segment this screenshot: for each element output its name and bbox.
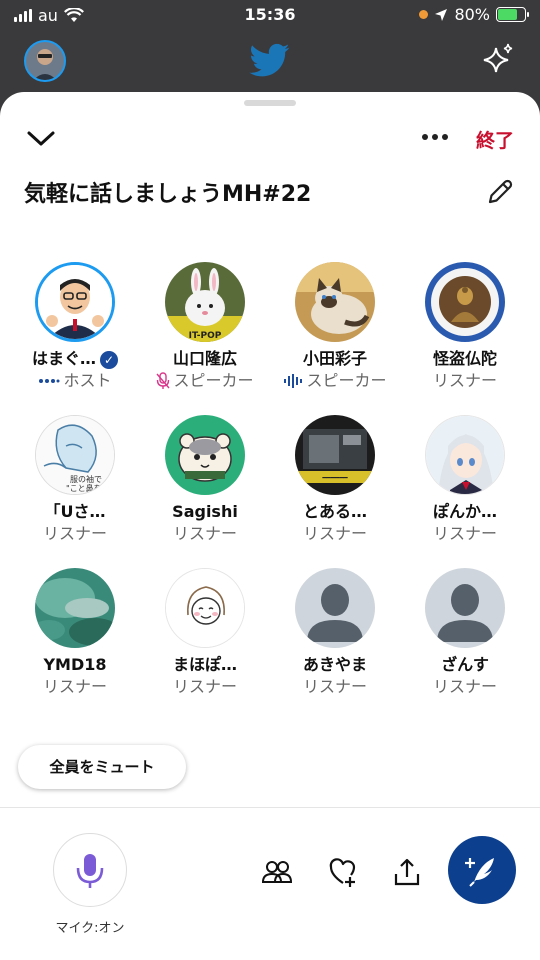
people-icon[interactable] xyxy=(261,856,293,888)
participant-tile[interactable]: ざんす リスナー xyxy=(400,568,530,698)
participant-name: Sagishi xyxy=(172,502,238,521)
status-bar: au 15:36 80% xyxy=(0,0,540,30)
participant-role: リスナー xyxy=(172,524,237,543)
edit-pencil-icon[interactable] xyxy=(484,176,516,208)
chevron-down-icon[interactable] xyxy=(26,126,56,150)
avatar xyxy=(425,415,505,495)
participant-tile[interactable]: ━━━━━━ とある… リスナー xyxy=(270,415,400,545)
sheet-grabber[interactable] xyxy=(244,100,296,106)
twitter-logo-icon xyxy=(249,43,290,77)
participant-tile[interactable]: YMD18 リスナー xyxy=(10,568,140,698)
heart-plus-icon[interactable] xyxy=(327,856,359,888)
avatar xyxy=(295,568,375,648)
mic-status-label: マイク:オン xyxy=(55,921,125,936)
bottom-toolbar: マイク:オン xyxy=(0,807,540,960)
participant-name: 山口隆広 xyxy=(172,349,237,368)
participant-name: 小田彩子 xyxy=(302,349,367,368)
battery-percent: 80% xyxy=(454,5,490,24)
avatar xyxy=(165,568,245,648)
participant-name: あきやま xyxy=(302,655,367,674)
participant-name: 「Uさ… xyxy=(44,502,106,521)
feather-plus-icon xyxy=(465,858,494,887)
participant-role: リスナー xyxy=(172,677,237,696)
mic-toggle-button[interactable] xyxy=(53,833,127,907)
end-space-button[interactable]: 終了 xyxy=(476,126,514,153)
participant-role: スピーカー xyxy=(173,371,254,390)
avatar xyxy=(35,568,115,648)
speaking-waves-icon xyxy=(284,374,303,388)
participant-tile[interactable]: 怪盗仏陀 リスナー xyxy=(400,262,530,392)
participant-role: リスナー xyxy=(432,524,497,543)
profile-avatar[interactable] xyxy=(24,40,66,82)
mic-muted-icon xyxy=(156,372,171,389)
avatar xyxy=(35,262,115,342)
avatar: IT-POP xyxy=(165,262,245,342)
participant-name: まほぽ… xyxy=(172,655,237,674)
verified-badge-icon: ✓ xyxy=(100,350,118,369)
battery-icon xyxy=(496,7,529,22)
participant-tile[interactable]: 小田彩子 スピーカー xyxy=(270,262,400,392)
participant-role: リスナー xyxy=(432,677,497,696)
participant-role: リスナー xyxy=(432,371,497,390)
participant-tile[interactable]: ぽんか… リスナー xyxy=(400,415,530,545)
svg-text:服の袖で: 服の袖で xyxy=(70,474,102,484)
participant-tile[interactable]: IT-POP 山口隆広 スピーカー xyxy=(140,262,270,392)
share-icon[interactable] xyxy=(391,856,423,888)
location-arrow-icon xyxy=(435,8,448,21)
twitter-header xyxy=(0,30,540,92)
participant-tile[interactable]: まほぽ… リスナー xyxy=(140,568,270,698)
svg-text:━━━━━━: ━━━━━━ xyxy=(321,474,348,482)
participant-name: YMD18 xyxy=(43,655,107,674)
participant-tile[interactable]: はまぐ… ✓ ホスト xyxy=(10,262,140,392)
participant-tile[interactable]: 服の袖で "こと鼻を覆" 「Uさ… リスナー xyxy=(10,415,140,545)
avatar xyxy=(295,262,375,342)
participant-name: はまぐ… xyxy=(31,349,96,368)
participant-name: とある… xyxy=(302,502,367,521)
host-indicator-icon xyxy=(39,379,60,383)
more-options-icon[interactable] xyxy=(422,134,448,140)
sparkle-icon[interactable] xyxy=(480,42,516,78)
microphone-icon xyxy=(76,854,104,888)
avatar xyxy=(425,262,505,342)
participant-role: リスナー xyxy=(42,677,107,696)
space-sheet: 終了 気軽に話しましょうMH#22 はまぐ… ✓ ホスト IT-POP 山口隆広 … xyxy=(0,92,540,807)
avatar: ━━━━━━ xyxy=(295,415,375,495)
privacy-dot-icon xyxy=(419,10,429,19)
participant-role: リスナー xyxy=(302,677,367,696)
svg-text:IT-POP: IT-POP xyxy=(189,331,222,341)
participant-role: ホスト xyxy=(63,371,112,390)
compose-tweet-button[interactable] xyxy=(448,836,516,904)
participant-tile[interactable]: あきやま リスナー xyxy=(270,568,400,698)
participant-name: ぽんか… xyxy=(432,502,497,521)
participant-role: スピーカー xyxy=(306,371,387,390)
participant-tile[interactable]: Sagishi リスナー xyxy=(140,415,270,545)
participant-name: 怪盗仏陀 xyxy=(432,349,497,368)
participant-role: リスナー xyxy=(42,524,107,543)
space-title: 気軽に話しましょうMH#22 xyxy=(24,182,312,207)
svg-text:"こと鼻を覆": "こと鼻を覆" xyxy=(66,483,113,493)
avatar xyxy=(165,415,245,495)
participant-role: リスナー xyxy=(302,524,367,543)
avatar: 服の袖で "こと鼻を覆" xyxy=(35,415,115,495)
participant-name: ざんす xyxy=(441,655,489,674)
avatar xyxy=(425,568,505,648)
mute-all-button[interactable]: 全員をミュート xyxy=(18,745,186,789)
